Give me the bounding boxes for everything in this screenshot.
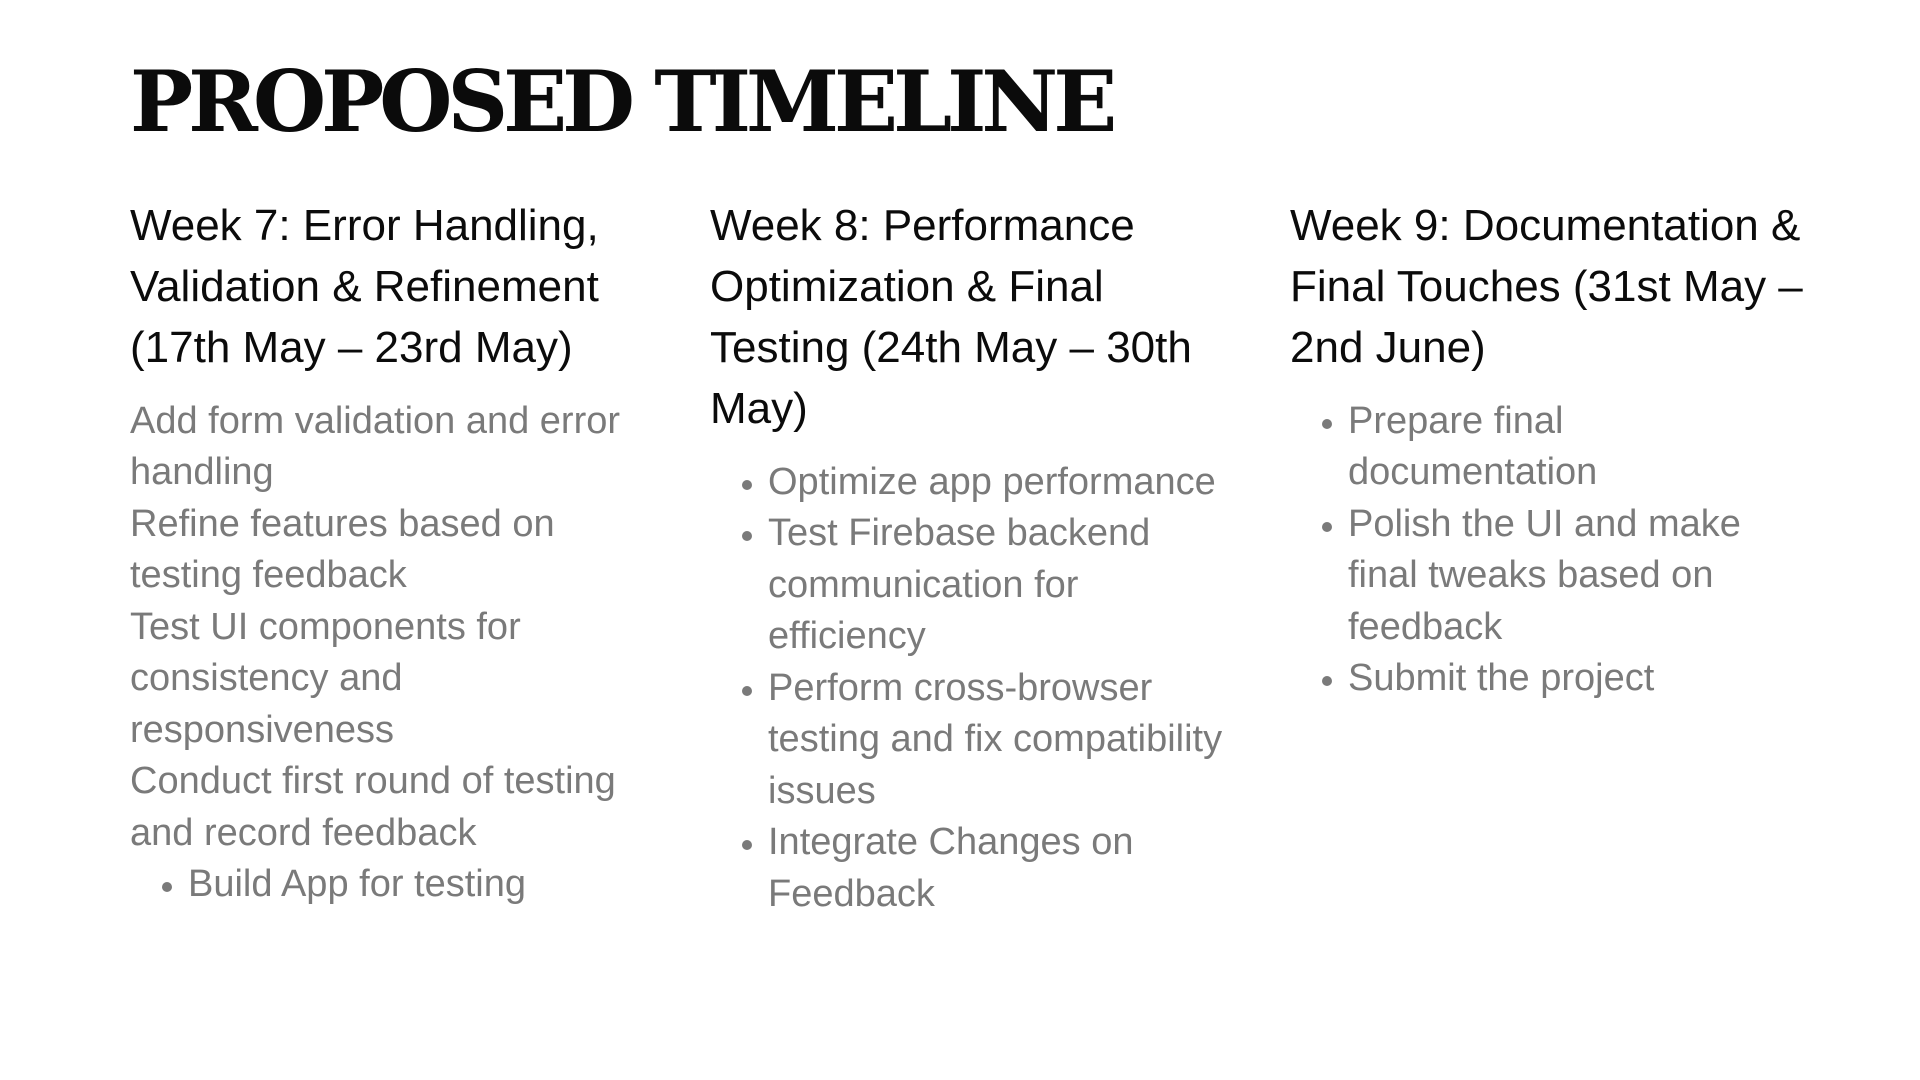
week-9-heading: Week 9: Documentation & Final Touches (3… (1290, 200, 1803, 372)
week-8-bullet-list: Optimize app performance Test Firebase b… (710, 457, 1230, 921)
task-line: Add form validation and error handling (130, 399, 621, 494)
week-8-column: Week 8: Performance Optimization & Final… (710, 195, 1230, 921)
list-item: Test Firebase backend communication for … (768, 508, 1230, 663)
week-9-bullet-list: Prepare final documentation Polish the U… (1290, 396, 1810, 705)
week-7-tasks: Add form validation and error handling R… (130, 396, 650, 860)
page-title: PROPOSED TIMELINE (130, 52, 1117, 151)
week-7-bullet-list: Build App for testing (130, 859, 650, 911)
week-8-heading: Week 8: Performance Optimization & Final… (710, 200, 1192, 433)
list-item: Polish the UI and make final tweaks base… (1348, 499, 1810, 654)
list-item: Build App for testing (188, 859, 650, 911)
list-item: Perform cross-browser testing and fix co… (768, 663, 1230, 818)
week-7-heading: Week 7: Error Handling, Validation & Ref… (130, 200, 599, 372)
week-7-column: Week 7: Error Handling, Validation & Ref… (130, 195, 650, 921)
list-item: Prepare final documentation (1348, 396, 1810, 499)
timeline-columns: Week 7: Error Handling, Validation & Ref… (130, 195, 1920, 921)
list-item: Optimize app performance (768, 457, 1230, 509)
week-9-column: Week 9: Documentation & Final Touches (3… (1290, 195, 1810, 921)
list-item: Submit the project (1348, 653, 1810, 705)
task-line: Test UI components for consistency and r… (130, 605, 521, 751)
task-line: Conduct first round of testing and recor… (130, 760, 616, 854)
slide: PROPOSED TIMELINE Week 7: Error Handling… (0, 0, 1920, 1080)
list-item: Integrate Changes on Feedback (768, 817, 1230, 920)
task-line: Refine features based on testing feedbac… (130, 502, 555, 597)
